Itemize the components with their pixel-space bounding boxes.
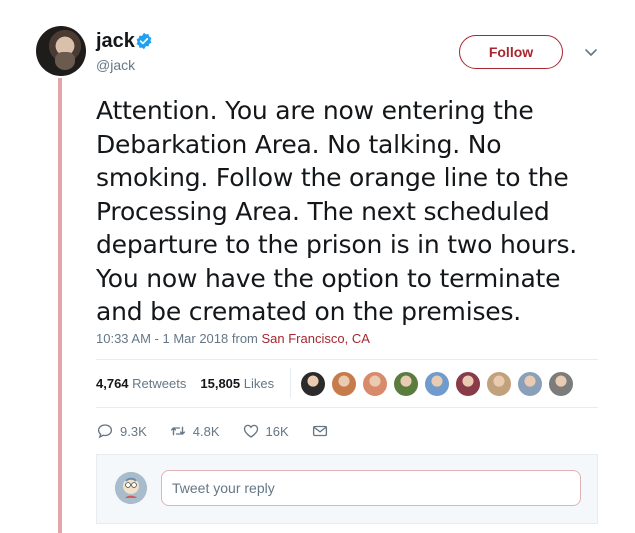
likes-label: Likes <box>243 376 275 391</box>
liker-avatar[interactable] <box>424 371 450 397</box>
stats-separator <box>290 368 291 398</box>
retweet-icon <box>170 426 185 436</box>
retweets-stat[interactable]: 4,764 Retweets <box>96 376 186 391</box>
liker-avatar[interactable] <box>393 371 419 397</box>
liker-avatar[interactable] <box>455 371 481 397</box>
liker-avatar[interactable] <box>362 371 388 397</box>
reply-input[interactable] <box>161 470 581 506</box>
divider <box>96 359 598 360</box>
retweet-count: 4.8K <box>192 423 220 439</box>
chevron-down-icon[interactable] <box>583 44 599 60</box>
tweet-location-link[interactable]: San Francisco, CA <box>262 331 370 346</box>
envelope-icon <box>312 425 327 437</box>
tweet-actions: 9.3K 4.8K 16K <box>96 422 351 440</box>
liker-avatar[interactable] <box>331 371 357 397</box>
like-button[interactable]: 16K <box>242 422 289 440</box>
verified-badge-icon <box>136 32 152 50</box>
liker-avatar[interactable] <box>548 371 574 397</box>
author-avatar[interactable] <box>36 26 86 76</box>
liker-avatar[interactable] <box>517 371 543 397</box>
liker-avatar[interactable] <box>486 371 512 397</box>
retweet-button[interactable]: 4.8K <box>169 422 220 440</box>
author-name[interactable]: jack <box>96 30 135 53</box>
reply-box <box>96 454 598 524</box>
retweets-count: 4,764 <box>96 376 129 391</box>
likes-stat[interactable]: 15,805 Likes <box>200 376 274 391</box>
tweet-timestamp[interactable]: 10:33 AM - 1 Mar 2018 <box>96 331 228 346</box>
avatar-beard <box>55 52 75 70</box>
thread-line <box>58 78 62 533</box>
from-label: from <box>231 331 258 346</box>
follow-button[interactable]: Follow <box>459 35 563 69</box>
tweet-meta: 10:33 AM - 1 Mar 2018 from San Francisco… <box>96 331 370 346</box>
liker-avatar[interactable] <box>300 371 326 397</box>
user-avatar[interactable] <box>115 472 147 504</box>
like-count: 16K <box>265 423 289 439</box>
tweet-text: Attention. You are now entering the Deba… <box>96 96 578 326</box>
liker-avatars <box>300 371 574 397</box>
author-handle[interactable]: @jack <box>96 57 135 73</box>
divider <box>96 407 598 408</box>
retweets-label: Retweets <box>132 376 187 391</box>
reply-count: 9.3K <box>120 423 147 439</box>
direct-message-button[interactable] <box>311 422 329 440</box>
likes-count: 15,805 <box>200 376 241 391</box>
heart-icon <box>243 424 258 438</box>
reply-button[interactable]: 9.3K <box>96 422 147 440</box>
tweet-stats: 4,764 Retweets 15,805 Likes <box>96 376 274 391</box>
user-avatar-icon <box>115 472 147 504</box>
reply-icon <box>97 424 113 439</box>
